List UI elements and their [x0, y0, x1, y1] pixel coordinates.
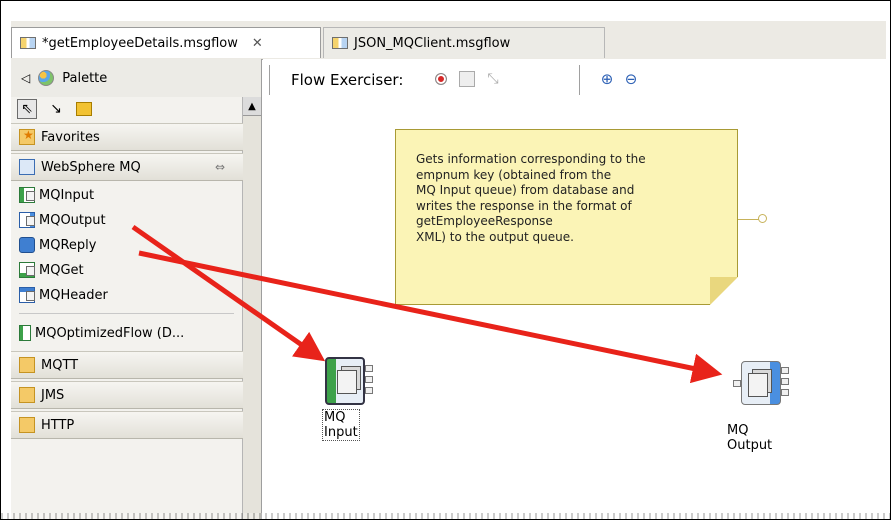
- palette-item-mqoptimizedflow[interactable]: MQOptimizedFlow (D...: [11, 321, 243, 345]
- palette-item-mqreply[interactable]: MQReply: [11, 233, 243, 257]
- toolbar-separator: [579, 65, 580, 95]
- mqheader-icon: [19, 287, 35, 303]
- tab-label: JSON_MQClient.msgflow: [354, 35, 511, 51]
- drawer-mqtt[interactable]: MQTT: [11, 351, 243, 379]
- ide-window: *getEmployeeDetails.msgflow ✕ JSON_MQCli…: [0, 0, 891, 520]
- drawer-favorites[interactable]: Favorites: [11, 123, 243, 151]
- drawer-http[interactable]: HTTP: [11, 411, 243, 439]
- item-label: MQGet: [39, 262, 84, 278]
- message-doc-icon: [748, 373, 768, 397]
- palette-item-mqget[interactable]: MQGet: [11, 258, 243, 282]
- expand-drawer-icon[interactable]: ⇔: [215, 160, 225, 174]
- note-line: getEmployeeResponse: [416, 214, 553, 228]
- marquee-tool-icon[interactable]: [75, 100, 93, 118]
- item-label: MQOutput: [39, 212, 106, 228]
- drawer-websphere-mq[interactable]: WebSphere MQ ⇔: [11, 153, 243, 181]
- tab-getemployeedetails[interactable]: *getEmployeeDetails.msgflow ✕: [11, 27, 321, 58]
- websphere-mq-icon: [19, 159, 35, 175]
- favorites-icon: [19, 128, 35, 145]
- drawer-label: HTTP: [41, 417, 75, 433]
- mqoutput-icon: [19, 212, 35, 228]
- input-terminal[interactable]: [733, 380, 741, 387]
- output-terminal[interactable]: [365, 365, 373, 372]
- note-line: Gets information corresponding to the: [416, 152, 646, 166]
- mqoptimizedflow-icon: [19, 325, 31, 341]
- msgflow-icon: [20, 37, 36, 49]
- message-doc-icon: [337, 370, 357, 394]
- output-terminal[interactable]: [365, 376, 373, 383]
- output-terminal[interactable]: [781, 378, 789, 385]
- close-tab-icon[interactable]: ✕: [252, 36, 263, 51]
- flow-exerciser-label: Flow Exerciser:: [291, 71, 404, 89]
- toolbar-separator: [269, 65, 270, 95]
- palette-item-mqoutput[interactable]: MQOutput: [11, 208, 243, 232]
- note-line: empnum key (obtained from the: [416, 167, 612, 182]
- output-terminal[interactable]: [781, 367, 789, 374]
- item-label: MQHeader: [39, 287, 108, 303]
- drawer-jms[interactable]: JMS: [11, 381, 243, 409]
- scroll-up-icon[interactable]: ▲: [243, 97, 261, 116]
- flow-canvas[interactable]: Gets information corresponding to the em…: [263, 99, 888, 519]
- tab-label: *getEmployeeDetails.msgflow: [42, 35, 238, 51]
- editor-tab-bar: *getEmployeeDetails.msgflow ✕ JSON_MQCli…: [11, 21, 886, 60]
- note-line: XML) to the output queue.: [416, 229, 574, 244]
- flow-note[interactable]: Gets information corresponding to the em…: [395, 129, 738, 305]
- note-anchor-icon[interactable]: [758, 214, 767, 223]
- drawer-label: MQTT: [41, 357, 79, 373]
- zoom-out-icon[interactable]: ⊖: [623, 70, 639, 88]
- http-icon: [19, 417, 35, 433]
- palette-icon: [38, 70, 55, 86]
- palette-separator: [19, 313, 234, 314]
- status-strip: [1, 513, 890, 519]
- tab-json-mqclient[interactable]: JSON_MQClient.msgflow: [323, 27, 605, 58]
- connection-tool-icon[interactable]: ↘: [47, 100, 65, 118]
- mq-input-label[interactable]: MQ Input: [322, 409, 360, 441]
- palette-header: ◁ Palette: [11, 59, 261, 97]
- note-line: MQ Input queue) from database and: [416, 183, 635, 197]
- palette-item-mqinput[interactable]: MQInput: [11, 183, 243, 207]
- start-flow-exerciser-icon[interactable]: [433, 71, 449, 87]
- zoom-in-icon[interactable]: ⊕: [599, 70, 615, 88]
- send-message-icon[interactable]: [459, 71, 475, 87]
- editor-toolbar: Flow Exerciser: ⤡ ⊕ ⊖: [263, 59, 888, 99]
- mqtt-icon: [19, 357, 35, 373]
- note-fold: [710, 277, 738, 305]
- note-connector: [738, 219, 760, 220]
- jms-icon: [19, 387, 35, 403]
- mq-output-node-icon[interactable]: [741, 361, 781, 405]
- drawer-label: Favorites: [41, 129, 100, 145]
- item-label: MQReply: [39, 237, 97, 253]
- item-label: MQInput: [39, 187, 95, 203]
- drawer-label: JMS: [41, 387, 65, 403]
- msgflow-icon: [332, 37, 348, 49]
- palette-title: Palette: [62, 70, 108, 86]
- mq-input-node-icon[interactable]: [325, 357, 365, 405]
- drawer-label: WebSphere MQ: [41, 159, 141, 175]
- view-path-icon[interactable]: ⤡: [485, 71, 501, 87]
- item-label: MQOptimizedFlow (D...: [35, 325, 185, 341]
- mq-output-label[interactable]: MQ Output: [727, 423, 772, 453]
- palette-item-mqheader[interactable]: MQHeader: [11, 283, 243, 307]
- mqinput-icon: [19, 187, 35, 203]
- palette-tools: ⇖ ↘: [11, 97, 241, 121]
- palette-panel: ◁ Palette ⇖ ↘ ▲ Favorites WebSphere MQ ⇔…: [11, 59, 262, 519]
- collapse-palette-icon[interactable]: ◁: [21, 71, 30, 85]
- note-line: writes the response in the format of: [416, 198, 632, 213]
- output-terminal[interactable]: [781, 389, 789, 396]
- output-terminal[interactable]: [365, 387, 373, 394]
- mqget-icon: [19, 262, 35, 278]
- palette-scrollbar[interactable]: ▲: [242, 97, 261, 519]
- select-tool-icon[interactable]: ⇖: [17, 99, 37, 119]
- mqreply-icon: [19, 237, 35, 253]
